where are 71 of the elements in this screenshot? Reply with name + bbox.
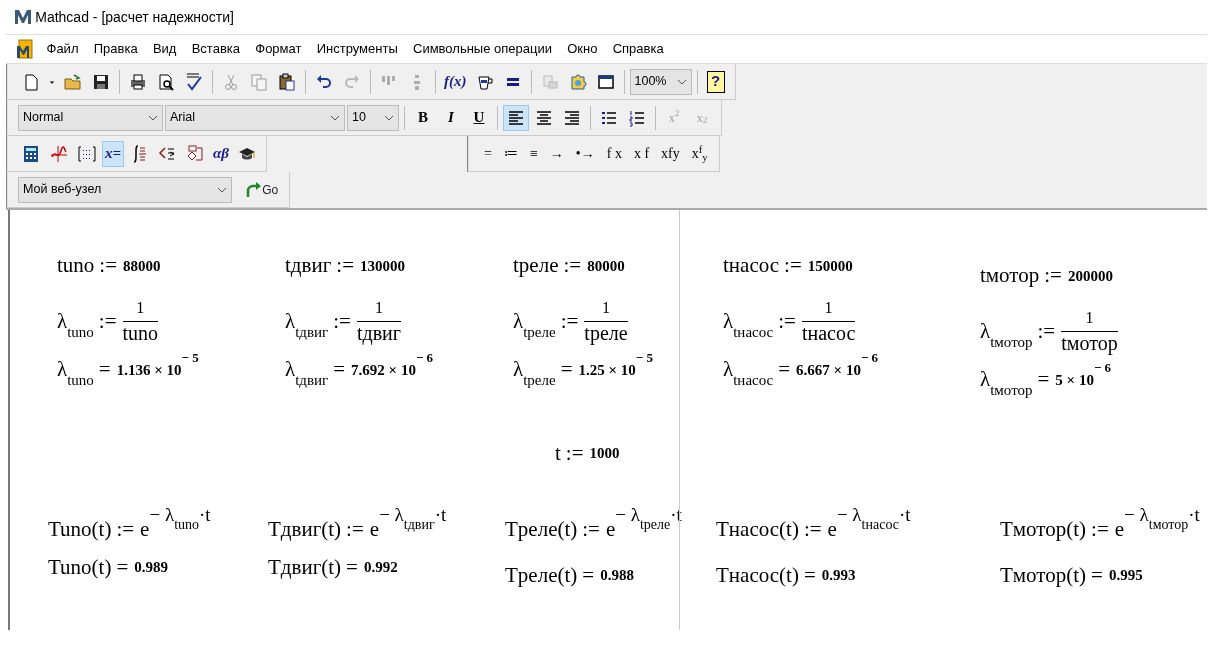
align-right-icon[interactable] [563,108,581,127]
evaluation-button[interactable]: = [479,140,497,167]
folder-icon[interactable] [64,72,82,91]
evaluation-button[interactable]: ≔ [498,140,523,167]
flowchart-icon[interactable] [186,144,205,163]
menu-item[interactable]: Символьные операции [407,37,558,61]
math-expression: Tдвиг(t) = 0.992 [268,553,398,581]
math-expression: tдвиг := 130000 [285,252,405,280]
align-left-icon[interactable] [507,108,525,127]
new-document-icon[interactable] [22,72,40,91]
insert-function-button[interactable]: f(x) [441,68,470,95]
go-arrow-icon [244,180,263,199]
math-expression: tнасос := 150000 [723,252,853,280]
bold-button[interactable]: B [410,104,436,131]
graph-icon[interactable] [50,144,68,163]
dropdown-field[interactable]: 10 [347,104,399,131]
chevron-down-icon [148,114,158,121]
spell-check-icon[interactable] [185,72,203,91]
menu-item[interactable]: Правка [87,37,144,61]
evaluation-button[interactable]: x f [628,140,655,167]
menu-item[interactable]: Файл [40,37,85,61]
dropdown-field[interactable]: Arial [165,104,345,131]
math-expression: tреле := 80000 [513,252,625,280]
math-expression: tмотор := 200000 [980,262,1113,290]
italic-button[interactable]: I [438,104,464,131]
chevron-down-icon [217,186,227,193]
comparison-icon[interactable] [158,144,177,163]
greek-toolbar-button[interactable]: αβ [210,140,233,167]
window-title: Mathcad - [расчет надежности] [35,7,234,27]
printer-icon[interactable] [129,72,147,91]
math-expression: tuno := 88000 [57,252,161,280]
window-icon[interactable] [596,72,615,91]
evaluation-toolbar-button[interactable]: x= [102,140,125,167]
math-expression: Tмотор(t) = 0.995 [1000,561,1143,589]
menu-item[interactable]: Вставка [185,37,246,61]
math-expression: Tнасос(t) = 0.993 [716,561,856,589]
math-expression: Tмотор(t) := e − λ$_{tмотор}$·t [1000,503,1200,544]
calculator-icon[interactable] [22,144,40,163]
numbered-list-icon[interactable] [628,108,646,127]
evaluation-button[interactable]: f x [601,140,627,167]
math-expression: Tuno(t) := e − λ$_{tuno}$·t [48,503,211,544]
menu-item[interactable]: Справка [606,37,670,61]
evaluation-button[interactable]: → [544,140,569,167]
math-expression: Tреле(t) = 0.988 [505,561,634,589]
document-icon [16,39,34,59]
evaluation-button[interactable]: ≡ [524,140,543,167]
dropdown-field[interactable]: Normal [18,104,163,131]
app-logo-icon [14,9,32,25]
math-expression: Tдвиг(t) := e − λ$_{tдвиг}$·t [268,503,447,544]
math-expression: Tнасос(t) := e − λ$_{tнасос}$·t [716,503,911,544]
print-preview-icon[interactable] [157,72,175,91]
evaluation-button[interactable]: •→ [570,140,600,167]
chevron-down-icon [676,78,687,85]
clipboard-icon[interactable] [278,72,296,91]
dropdown-field[interactable]: 100% [629,68,692,95]
align-center-icon[interactable] [535,108,553,127]
chevron-down-icon [330,114,340,121]
math-expression: Tuno(t) = 0.989 [48,553,168,581]
menu-item[interactable]: Окно [561,37,604,61]
matrix-icon[interactable] [78,144,96,163]
menu-item[interactable]: Формат [249,37,308,61]
puzzle-icon[interactable] [568,72,587,91]
underline-button[interactable]: U [466,104,492,131]
evaluation-button[interactable]: xfy [656,140,685,167]
go-button[interactable]: Go [240,179,283,200]
menu-item[interactable]: Инструменты [310,37,404,61]
dropdown-field[interactable]: Мой веб-узел [18,176,232,203]
menu-item[interactable]: Вид [146,37,183,61]
chevron-down-icon [384,114,394,121]
help-button[interactable]: ? [706,70,725,93]
math-expression: t := 1000 [555,439,620,467]
